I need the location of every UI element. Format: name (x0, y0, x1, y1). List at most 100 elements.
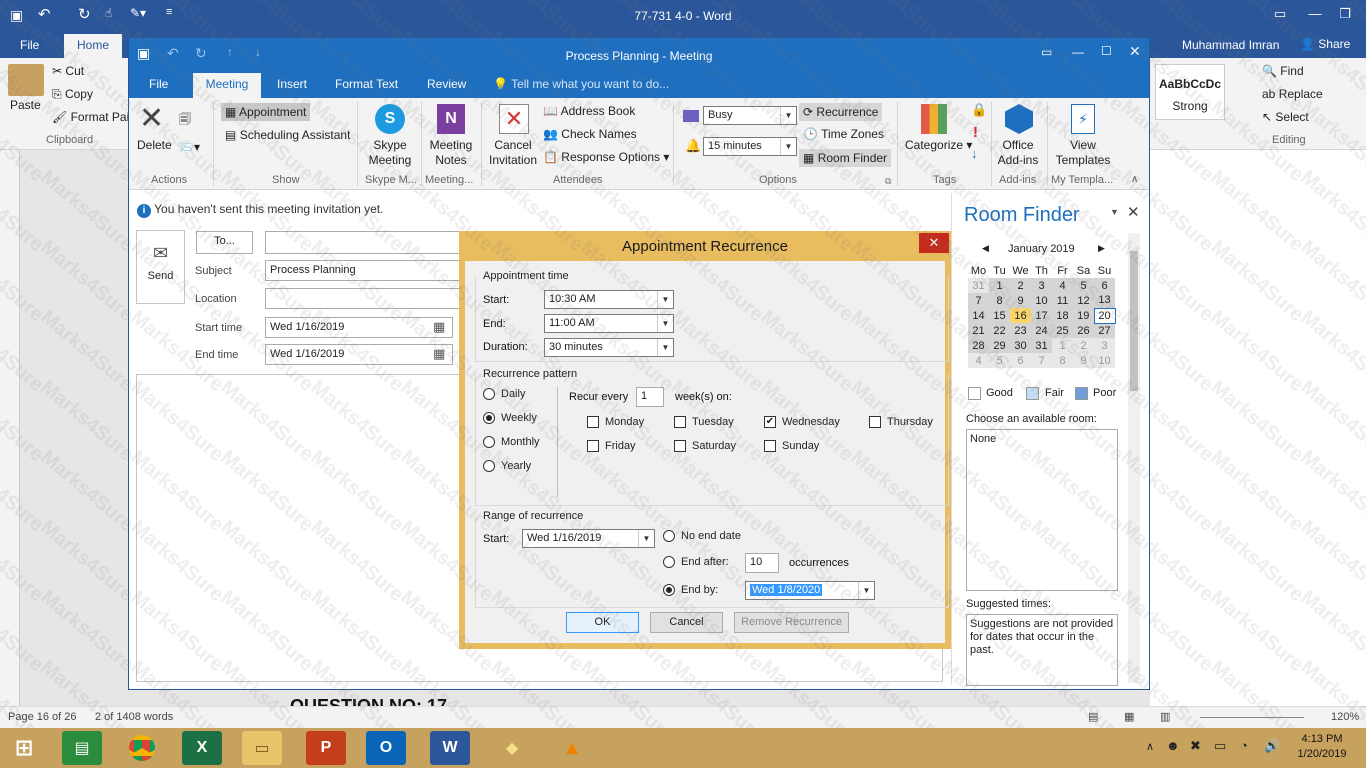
saturday-checkbox[interactable]: Saturday (674, 440, 736, 452)
wifi-icon[interactable]: ◔ (1240, 738, 1248, 753)
calendar-day[interactable]: 31 (968, 278, 989, 293)
cancel-invitation-button[interactable]: Cancel Invitation (487, 138, 539, 168)
meeting-notes-button[interactable]: Meeting Notes (427, 138, 475, 168)
calendar-day[interactable]: 2 (1073, 338, 1094, 353)
ribbon-display-icon[interactable]: ▭ (1041, 45, 1052, 59)
calendar-day[interactable]: 19 (1073, 308, 1094, 323)
mini-calendar[interactable]: Mo Tu We Th Fr Sa Su 31 1 2 3 4 5 6 7 8 9 10 11 12 13 14 15 16… (968, 263, 1116, 368)
tell-me-box[interactable]: 💡 Tell me what you want to do... (493, 77, 669, 91)
monthly-radio[interactable]: Monthly (483, 436, 540, 448)
pane-scrollbar[interactable] (1128, 233, 1140, 683)
close-icon[interactable]: ✕ (1127, 203, 1140, 221)
calendar-day[interactable]: 28 (968, 338, 989, 353)
calendar-day[interactable]: 18 (1052, 308, 1073, 323)
delete-button[interactable]: Delete (137, 138, 172, 152)
paste-button[interactable]: Paste (10, 98, 41, 112)
calendar-day[interactable]: 13 (1094, 293, 1115, 308)
minimize-button[interactable]: — (1072, 45, 1084, 59)
ok-button[interactable]: OK (566, 612, 639, 633)
next-month-icon[interactable]: ▶ (1098, 243, 1105, 254)
yearly-radio[interactable]: Yearly (483, 460, 531, 472)
remove-recurrence-button[interactable]: Remove Recurrence (734, 612, 849, 633)
style-strong[interactable]: AaBbCcDc Strong (1155, 64, 1225, 120)
calendar-icon[interactable]: ▦ (433, 346, 445, 362)
to-field[interactable] (265, 231, 465, 254)
maximize-button[interactable]: ☐ (1101, 44, 1112, 58)
end-time-dropdown[interactable]: 11:00 AM ▼ (544, 314, 674, 333)
room-list-item[interactable]: None (970, 433, 996, 445)
zoom-level[interactable]: 120% (1331, 711, 1359, 723)
room-list[interactable]: None (966, 429, 1118, 591)
tray-app-icon[interactable]: ☻ (1166, 738, 1180, 753)
cut-button[interactable]: ✂ Cut (52, 64, 84, 78)
word-icon[interactable]: W (430, 731, 470, 765)
sunday-checkbox[interactable]: Sunday (764, 440, 819, 452)
calendar-day[interactable]: 26 (1073, 323, 1094, 338)
calendar-day[interactable]: 5 (1073, 278, 1094, 293)
duration-dropdown[interactable]: 30 minutes ▼ (544, 338, 674, 357)
sticky-notes-icon[interactable]: ◆ (492, 731, 532, 765)
low-importance-icon[interactable]: ↓ (971, 146, 978, 161)
find-button[interactable]: 🔍 Find (1262, 64, 1304, 78)
cancel-button[interactable]: Cancel (650, 612, 723, 633)
calendar-day[interactable]: 4 (1052, 278, 1073, 293)
calendar-day[interactable]: 3 (1031, 278, 1052, 293)
calendar-day[interactable]: 24 (1031, 323, 1052, 338)
time-zones-button[interactable]: 🕒 Time Zones (803, 127, 884, 141)
calendar-day[interactable]: 9 (1010, 293, 1031, 308)
recurrence-button[interactable]: ⟳ Recurrence (799, 103, 883, 121)
calendar-day[interactable]: 15 (989, 308, 1010, 323)
occurrences-input[interactable]: 10 (745, 553, 779, 573)
daily-radio[interactable]: Daily (483, 388, 525, 400)
calendar-day[interactable]: 1 (989, 278, 1010, 293)
no-end-date-radio[interactable]: No end date (663, 530, 741, 542)
chrome-icon[interactable] (122, 731, 162, 765)
response-options-button[interactable]: 📋 Response Options ▾ (543, 150, 669, 164)
show-as-dropdown[interactable]: Busy ▼ (703, 106, 797, 125)
tray-network-alert-icon[interactable]: ✖ (1190, 738, 1201, 754)
format-painter-button[interactable]: 🖌 Format Pai (52, 110, 129, 124)
thursday-checkbox[interactable]: Thursday (869, 416, 933, 428)
calendar-icon[interactable]: ▦ (433, 319, 445, 335)
minimize-button[interactable]: — (1300, 6, 1330, 26)
calendar-day[interactable]: 7 (1031, 353, 1052, 368)
tray-battery-icon[interactable]: ▭ (1214, 738, 1226, 754)
calendar-day[interactable]: 10 (1031, 293, 1052, 308)
end-after-radio[interactable]: End after: (663, 556, 729, 568)
clock[interactable]: 4:13 PM 1/20/2019 (1290, 732, 1354, 762)
location-field[interactable] (265, 288, 465, 309)
tab-insert[interactable]: Insert (277, 77, 307, 91)
tray-chevron-icon[interactable]: ∧ (1146, 740, 1154, 753)
word-count[interactable]: 2 of 1408 words (95, 711, 173, 723)
skype-meeting-button[interactable]: Skype Meeting (368, 138, 412, 168)
start-date-field[interactable]: Wed 1/16/2019 (265, 317, 453, 338)
calendar-day[interactable]: 7 (968, 293, 989, 308)
word-tab-home[interactable]: Home (64, 34, 122, 58)
calendar-day[interactable]: 8 (989, 293, 1010, 308)
store-icon[interactable]: ▤ (62, 731, 102, 765)
calendar-day[interactable]: 14 (968, 308, 989, 323)
read-mode-icon[interactable]: ▤ (1088, 710, 1098, 723)
page-count[interactable]: Page 16 of 26 (8, 711, 77, 723)
windows-start-icon[interactable]: ⊞ (4, 731, 44, 765)
check-names-button[interactable]: 👥 Check Names (543, 127, 637, 141)
tuesday-checkbox[interactable]: Tuesday (674, 416, 734, 428)
monday-checkbox[interactable]: Monday (587, 416, 644, 428)
private-lock-icon[interactable]: 🔒 (971, 102, 987, 118)
calendar-day[interactable]: 23 (1010, 323, 1031, 338)
calendar-day[interactable]: 4 (968, 353, 989, 368)
start-time-dropdown[interactable]: 10:30 AM ▼ (544, 290, 674, 309)
calendar-day[interactable]: 5 (989, 353, 1010, 368)
web-layout-icon[interactable]: ▥ (1160, 710, 1170, 723)
forward-icon[interactable]: 📨▾ (179, 140, 200, 154)
calendar-day[interactable]: 8 (1052, 353, 1073, 368)
view-templates-button[interactable]: View Templates (1053, 138, 1113, 168)
excel-icon[interactable]: X (182, 731, 222, 765)
tab-meeting[interactable]: Meeting (193, 73, 261, 98)
calendar-day[interactable]: 12 (1073, 293, 1094, 308)
dialog-launcher-icon[interactable]: ⧉ (885, 176, 891, 187)
select-button[interactable]: ↖ Select (1262, 110, 1309, 124)
high-importance-icon[interactable]: ! (973, 124, 978, 141)
word-tab-file[interactable]: File (20, 38, 39, 52)
meeting-extra-icon[interactable]: 🗐 (179, 110, 191, 131)
